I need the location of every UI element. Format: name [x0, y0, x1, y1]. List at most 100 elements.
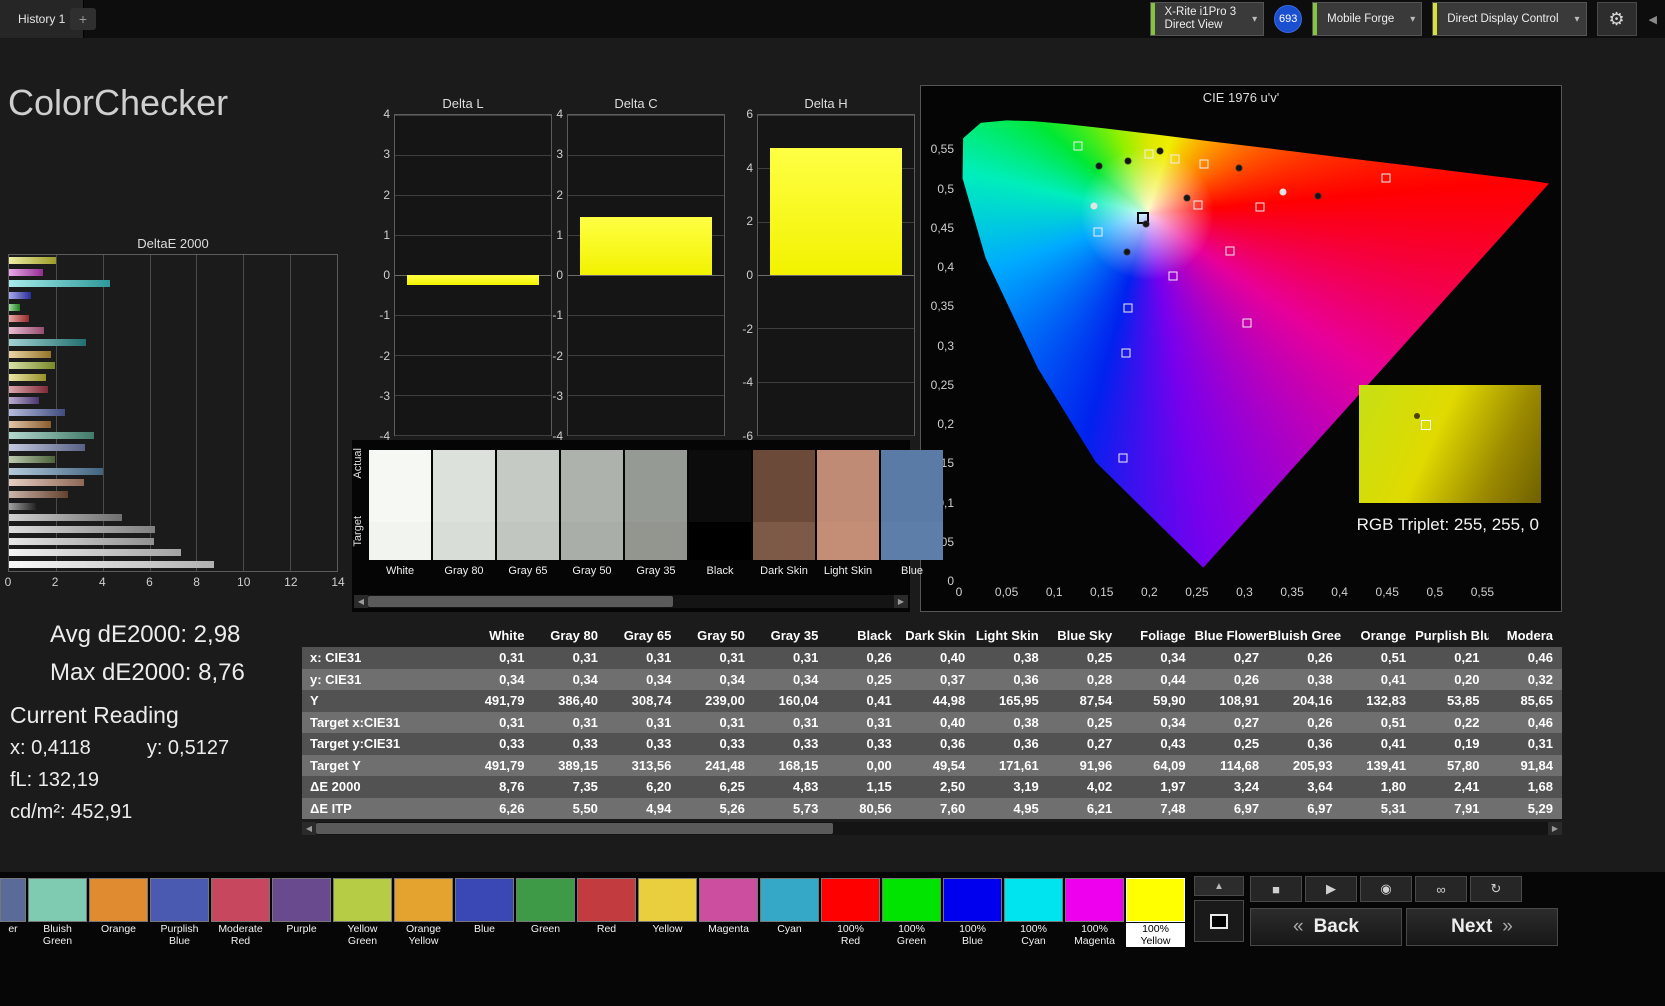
patch-label: BluishGreen [28, 923, 87, 947]
table-cell: 1,68 [1489, 779, 1562, 794]
gridline [196, 255, 197, 571]
deltae-bar [9, 514, 122, 521]
gridline [758, 275, 914, 276]
swatch-gray-65[interactable]: Gray 65 [497, 450, 559, 577]
patch-blue[interactable]: Blue [455, 878, 514, 947]
scroll-right-icon[interactable]: ▶ [894, 595, 908, 608]
table-cell: 80,56 [827, 801, 900, 816]
patch-moderate-red[interactable]: ModerateRed [211, 878, 270, 947]
target-point [1122, 348, 1131, 357]
patch-magenta[interactable]: Magenta [699, 878, 758, 947]
table-cell: 0,26 [827, 650, 900, 665]
patch-label: Red [577, 923, 636, 947]
patch-100-red[interactable]: 100%Red [821, 878, 880, 947]
next-button[interactable]: Next » [1406, 908, 1558, 946]
swatch-light-skin[interactable]: Light Skin [817, 450, 879, 577]
scroll-left-icon[interactable]: ◀ [354, 595, 368, 608]
target-point [1199, 160, 1208, 169]
swatch-gray-80[interactable]: Gray 80 [433, 450, 495, 577]
expand-patch-list-button[interactable]: ▲ [1194, 876, 1244, 896]
patch-er[interactable]: er [0, 878, 26, 947]
swatch-blue[interactable]: Blue [881, 450, 943, 577]
meter-label: X-Rite i1Pro 3 Direct View [1165, 6, 1237, 32]
loop-button[interactable]: ↻ [1470, 876, 1522, 902]
table-cell: 0,34 [533, 672, 606, 687]
y-tick-label: 0,35 [931, 299, 959, 313]
patch-label: Yellow [638, 923, 697, 947]
target-color-block [433, 522, 495, 560]
swatch-dark-skin[interactable]: Dark Skin [753, 450, 815, 577]
swatch-strip: Actual Target WhiteGray 80Gray 65Gray 50… [352, 440, 910, 612]
x-tick-label: 0,4 [1331, 585, 1348, 599]
table-cell: 205,93 [1268, 758, 1341, 773]
deltae-bar [9, 362, 55, 369]
back-button[interactable]: « Back [1250, 908, 1402, 946]
gridline [568, 355, 724, 356]
patch-green[interactable]: Green [516, 878, 575, 947]
patch-yellow[interactable]: Yellow [638, 878, 697, 947]
patch-cyan[interactable]: Cyan [760, 878, 819, 947]
target-color-block [689, 522, 751, 560]
app-window: History 1 + X-Rite i1Pro 3 Direct View ▾… [0, 0, 1665, 1006]
swatch-label: Light Skin [817, 560, 879, 577]
settings-button[interactable]: ⚙ [1597, 2, 1637, 36]
table-cell: 0,31 [680, 650, 753, 665]
x-tick-label: 12 [284, 575, 297, 589]
swatch-white[interactable]: White [369, 450, 431, 577]
scrollbar-thumb[interactable] [368, 596, 673, 607]
swatch-scrollbar[interactable]: ◀ ▶ [354, 595, 908, 608]
swatch-gray-50[interactable]: Gray 50 [561, 450, 623, 577]
scrollbar-thumb[interactable] [316, 823, 833, 834]
scroll-left-icon[interactable]: ◀ [302, 822, 316, 835]
table-cell: 4,94 [607, 801, 680, 816]
patch-color-block [638, 878, 697, 922]
patch-100-cyan[interactable]: 100%Cyan [1004, 878, 1063, 947]
patch-100-blue[interactable]: 100%Blue [943, 878, 1002, 947]
gridline [337, 255, 338, 571]
row-label: Target x:CIE31 [302, 715, 460, 730]
table-cell: 1,15 [827, 779, 900, 794]
swatch-black[interactable]: Black [689, 450, 751, 577]
collapse-panel-button[interactable]: ◀ [1647, 13, 1659, 26]
continuous-button[interactable]: ∞ [1415, 876, 1467, 902]
table-cell: 5,31 [1342, 801, 1415, 816]
meter-selector[interactable]: X-Rite i1Pro 3 Direct View ▾ [1150, 2, 1265, 36]
stop-button[interactable]: ■ [1250, 876, 1302, 902]
patch-color-block [821, 878, 880, 922]
top-bar: History 1 + X-Rite i1Pro 3 Direct View ▾… [0, 0, 1665, 38]
y-tick-label: -4 [742, 375, 753, 389]
add-tab-button[interactable]: + [70, 8, 96, 30]
swatch-label: Gray 50 [561, 560, 623, 577]
patch-color-block [943, 878, 1002, 922]
patch-100-magenta[interactable]: 100%Magenta [1065, 878, 1124, 947]
y-tick-label: -2 [742, 322, 753, 336]
scroll-right-icon[interactable]: ▶ [1548, 822, 1562, 835]
table-cell: 241,48 [680, 758, 753, 773]
target-color-block [881, 522, 943, 560]
workflow-selector[interactable]: Mobile Forge ▾ [1312, 2, 1422, 36]
table-scrollbar[interactable]: ◀ ▶ [302, 822, 1562, 835]
patch-yellow-green[interactable]: YellowGreen [333, 878, 392, 947]
patch-orange-yellow[interactable]: OrangeYellow [394, 878, 453, 947]
patch-bluish-green[interactable]: BluishGreen [28, 878, 87, 947]
patch-red[interactable]: Red [577, 878, 636, 947]
patch-purplish-blue[interactable]: PurplishBlue [150, 878, 209, 947]
logo-button[interactable]: ◉ [1360, 876, 1412, 902]
patch-purple[interactable]: Purple [272, 878, 331, 947]
table-cell: 57,80 [1415, 758, 1488, 773]
patch-100-yellow[interactable]: 100%Yellow [1126, 878, 1185, 947]
play-button[interactable]: ▶ [1305, 876, 1357, 902]
patch-orange[interactable]: Orange [89, 878, 148, 947]
pattern-window-button[interactable] [1194, 900, 1244, 942]
chevron-down-icon: ▾ [1252, 14, 1257, 25]
patch-100-green[interactable]: 100%Green [882, 878, 941, 947]
gridline [243, 255, 244, 571]
gridline [103, 255, 104, 571]
display-control-selector[interactable]: Direct Display Control ▾ [1432, 2, 1586, 36]
y-tick-label: 4 [383, 107, 390, 121]
swatch-label: Dark Skin [753, 560, 815, 577]
x-tick-label: 14 [331, 575, 344, 589]
measured-point [1314, 192, 1321, 199]
patch-label: 100%Yellow [1126, 923, 1185, 947]
swatch-gray-35[interactable]: Gray 35 [625, 450, 687, 577]
